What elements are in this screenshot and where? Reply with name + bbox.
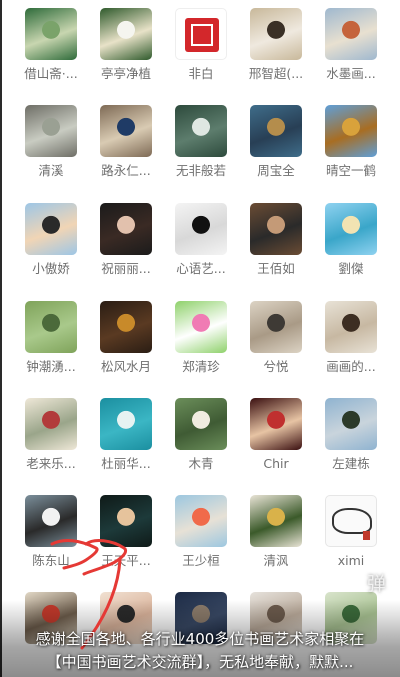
contact-avatar xyxy=(325,8,377,60)
contact-name: 钟潮湧... xyxy=(26,359,76,374)
contact-item[interactable]: 非白 xyxy=(164,0,238,82)
contact-name: 兮悦 xyxy=(263,359,289,374)
contact-name: 陈东山 xyxy=(32,553,70,568)
contact-avatar xyxy=(250,8,302,60)
contact-item[interactable]: 水墨画... xyxy=(314,0,388,82)
contact-item[interactable]: 亭亭净植 xyxy=(89,0,163,82)
contact-name: 邢智超(... xyxy=(248,66,304,81)
contact-avatar xyxy=(250,301,302,353)
contact-avatar xyxy=(175,398,227,450)
contact-name: 画画的... xyxy=(326,359,376,374)
contact-item[interactable]: 借山斋·... xyxy=(14,0,88,82)
contact-item[interactable]: 左建栋 xyxy=(314,390,388,472)
contact-avatar xyxy=(100,203,152,255)
danmu-toggle-button[interactable]: 弹 xyxy=(367,569,386,596)
contact-item[interactable]: 钟潮湧... xyxy=(14,293,88,375)
contact-avatar xyxy=(250,495,302,547)
contact-avatar xyxy=(100,495,152,547)
contact-name: 左建栋 xyxy=(332,456,370,471)
contact-avatar xyxy=(175,301,227,353)
contact-item[interactable]: 清沨 xyxy=(239,487,313,569)
contact-avatar xyxy=(25,8,77,60)
contact-name: 借山斋·... xyxy=(24,66,78,81)
contact-item[interactable]: 老来乐... xyxy=(14,390,88,472)
contact-avatar xyxy=(250,105,302,157)
contact-name: 亭亭净植 xyxy=(100,66,151,81)
contact-item[interactable]: 劉傑 xyxy=(314,195,388,277)
contact-name: 小傲娇 xyxy=(32,261,70,276)
contact-name: 水墨画... xyxy=(326,66,376,81)
contact-item[interactable]: 晴空一鹤 xyxy=(314,97,388,179)
contact-name: 王少桓 xyxy=(182,553,220,568)
contact-item[interactable]: 杜丽华... xyxy=(89,390,163,472)
contact-avatar xyxy=(25,105,77,157)
contact-name: ximi xyxy=(337,553,365,568)
contact-name: 木青 xyxy=(188,456,214,471)
contact-item[interactable]: Chir xyxy=(239,390,313,472)
contact-item[interactable]: 路永仁... xyxy=(89,97,163,179)
contact-item[interactable]: 清溪 xyxy=(14,97,88,179)
contact-name: 非白 xyxy=(188,66,214,81)
video-subtitle-line-1: 感谢全国各地、各行业400多位书画艺术家相聚在 xyxy=(35,630,365,648)
contact-item[interactable]: 松风水月 xyxy=(89,293,163,375)
contact-item[interactable]: 无非般若 xyxy=(164,97,238,179)
contact-avatar xyxy=(325,105,377,157)
contact-avatar xyxy=(25,203,77,255)
contact-avatar xyxy=(325,203,377,255)
contact-name: 无非般若 xyxy=(175,163,226,178)
contact-avatar xyxy=(25,495,77,547)
contact-name: 祝丽丽... xyxy=(101,261,151,276)
contact-avatar xyxy=(175,203,227,255)
contact-avatar xyxy=(325,495,377,547)
contact-name: Chir xyxy=(263,456,289,471)
contact-name: 周宝全 xyxy=(257,163,295,178)
contact-item[interactable]: 兮悦 xyxy=(239,293,313,375)
contact-name: 清溪 xyxy=(38,163,64,178)
contact-avatar xyxy=(325,301,377,353)
contact-item[interactable]: 小傲娇 xyxy=(14,195,88,277)
contact-name: 清沨 xyxy=(263,553,289,568)
contact-item[interactable]: 王少桓 xyxy=(164,487,238,569)
contact-avatar xyxy=(25,301,77,353)
contact-avatar xyxy=(100,8,152,60)
contact-item[interactable]: ximi xyxy=(314,487,388,569)
contact-name: 老来乐... xyxy=(26,456,76,471)
contact-name: 晴空一鹤 xyxy=(325,163,376,178)
contact-avatar xyxy=(325,398,377,450)
contact-name: 王佰如 xyxy=(257,261,295,276)
contact-avatar xyxy=(100,105,152,157)
contact-item[interactable]: 心语艺... xyxy=(164,195,238,277)
contact-name: 心语艺... xyxy=(176,261,226,276)
contact-item[interactable]: 王佰如 xyxy=(239,195,313,277)
contact-avatar xyxy=(250,398,302,450)
contact-name: 王天平... xyxy=(101,553,151,568)
contact-avatar xyxy=(100,398,152,450)
contact-item[interactable]: 邢智超(... xyxy=(239,0,313,82)
contact-item[interactable]: 周宝全 xyxy=(239,97,313,179)
contact-name: 郑清珍 xyxy=(182,359,220,374)
contact-grid: 借山斋·... 亭亭净植 非白 邢智超(... 水墨画... 清溪 路永仁... 无非般若 周宝… xyxy=(0,0,400,677)
contact-avatar xyxy=(25,398,77,450)
contact-item[interactable]: 陈东山 xyxy=(14,487,88,569)
contact-name: 路永仁... xyxy=(101,163,151,178)
contact-item[interactable]: 祝丽丽... xyxy=(89,195,163,277)
contact-item[interactable]: 画画的... xyxy=(314,293,388,375)
contact-name: 杜丽华... xyxy=(101,456,151,471)
contact-item[interactable]: 郑清珍 xyxy=(164,293,238,375)
contact-avatar xyxy=(100,301,152,353)
contact-item[interactable]: 木青 xyxy=(164,390,238,472)
contact-avatar xyxy=(175,105,227,157)
contact-avatar xyxy=(250,203,302,255)
contact-item[interactable]: 王天平... xyxy=(89,487,163,569)
contact-name: 劉傑 xyxy=(338,261,364,276)
contact-name: 松风水月 xyxy=(100,359,151,374)
video-subtitle-line-2: 【中国书画艺术交流群】，无私地奉献，默默... xyxy=(46,653,354,671)
contact-avatar xyxy=(175,495,227,547)
contact-avatar xyxy=(175,8,227,60)
